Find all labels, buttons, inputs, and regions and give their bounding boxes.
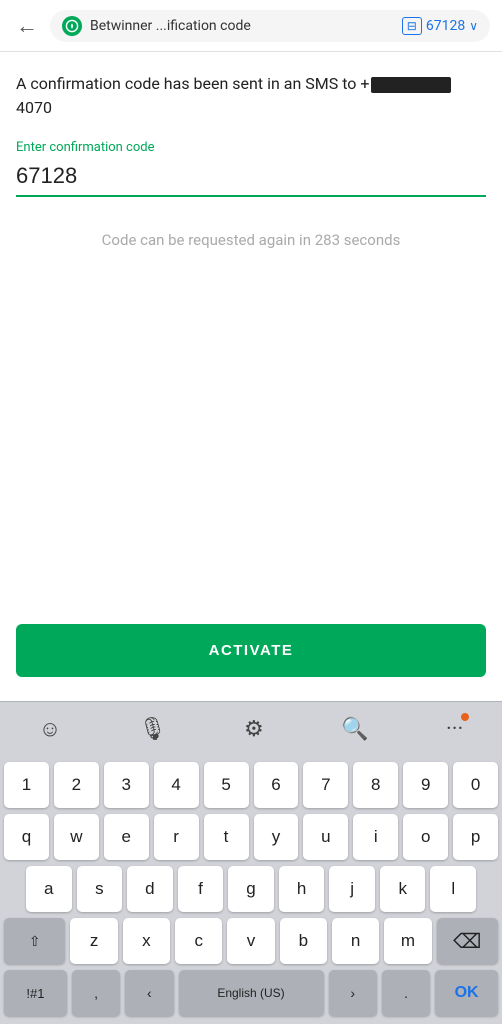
- key-j[interactable]: j: [329, 866, 375, 912]
- key-x[interactable]: x: [123, 918, 170, 964]
- key-r[interactable]: r: [154, 814, 199, 860]
- key-w[interactable]: w: [54, 814, 99, 860]
- key-delete[interactable]: ⌫: [437, 918, 498, 964]
- key-u[interactable]: u: [303, 814, 348, 860]
- key-1[interactable]: 1: [4, 762, 49, 808]
- key-8[interactable]: 8: [353, 762, 398, 808]
- key-ok[interactable]: OK: [435, 970, 498, 1016]
- key-0[interactable]: 0: [453, 762, 498, 808]
- key-p[interactable]: p: [453, 814, 498, 860]
- emoji-icon[interactable]: ☺: [25, 712, 75, 746]
- key-m[interactable]: m: [384, 918, 431, 964]
- key-arrow-right[interactable]: ›: [329, 970, 377, 1016]
- key-o[interactable]: o: [403, 814, 448, 860]
- key-z[interactable]: z: [70, 918, 117, 964]
- key-l[interactable]: l: [430, 866, 476, 912]
- keyboard-number-row: 1 2 3 4 5 6 7 8 9 0: [4, 762, 498, 808]
- key-2[interactable]: 2: [54, 762, 99, 808]
- key-comma[interactable]: ,: [72, 970, 120, 1016]
- tab-count-box: ⊟: [402, 17, 422, 35]
- key-v[interactable]: v: [227, 918, 274, 964]
- browser-tab[interactable]: Betwinner ...ification code ⊟ 67128 ∨: [50, 10, 490, 42]
- key-6[interactable]: 6: [254, 762, 299, 808]
- keyboard-bottom-row: !#1 , ‹ English (US) › . OK: [4, 970, 498, 1016]
- key-b[interactable]: b: [280, 918, 327, 964]
- key-t[interactable]: t: [204, 814, 249, 860]
- browser-bar: ← Betwinner ...ification code ⊟ 67128 ∨: [0, 0, 502, 52]
- key-y[interactable]: y: [254, 814, 299, 860]
- mic-icon[interactable]: 🎙: [125, 713, 181, 746]
- key-3[interactable]: 3: [104, 762, 149, 808]
- keyboard: 1 2 3 4 5 6 7 8 9 0 q w e r t y u i o p …: [0, 756, 502, 1024]
- key-s[interactable]: s: [77, 866, 123, 912]
- key-symbols[interactable]: !#1: [4, 970, 67, 1016]
- key-k[interactable]: k: [380, 866, 426, 912]
- keyboard-zxcv-row: ⇧ z x c v b n m ⌫: [4, 918, 498, 964]
- search-icon[interactable]: 🔍: [327, 713, 382, 746]
- key-f[interactable]: f: [178, 866, 224, 912]
- site-icon: [62, 16, 82, 36]
- key-7[interactable]: 7: [303, 762, 348, 808]
- back-button[interactable]: ←: [12, 13, 42, 39]
- key-language[interactable]: English (US): [179, 970, 324, 1016]
- sms-notice: A confirmation code has been sent in an …: [16, 72, 486, 120]
- keyboard-asdf-row: a s d f g h j k l: [4, 866, 498, 912]
- key-4[interactable]: 4: [154, 762, 199, 808]
- key-9[interactable]: 9: [403, 762, 448, 808]
- key-a[interactable]: a: [26, 866, 72, 912]
- key-h[interactable]: h: [279, 866, 325, 912]
- resend-timer-text: Code can be requested again in 283 secon…: [16, 231, 486, 249]
- key-shift[interactable]: ⇧: [4, 918, 65, 964]
- keyboard-qwerty-row: q w e r t y u i o p: [4, 814, 498, 860]
- tab-counter[interactable]: ⊟ 67128 ∨: [402, 17, 478, 35]
- chevron-down-icon: ∨: [469, 19, 478, 33]
- keyboard-toolbar: ☺ 🎙 ⚙ 🔍 ···: [0, 701, 502, 756]
- key-d[interactable]: d: [127, 866, 173, 912]
- key-period[interactable]: .: [382, 970, 430, 1016]
- confirmation-code-input[interactable]: [16, 159, 486, 197]
- tab-count-label: 67128: [426, 18, 465, 34]
- key-c[interactable]: c: [175, 918, 222, 964]
- key-q[interactable]: q: [4, 814, 49, 860]
- brand-name: Betwinner ...ification code: [90, 18, 394, 34]
- key-5[interactable]: 5: [204, 762, 249, 808]
- more-icon[interactable]: ···: [432, 713, 477, 746]
- key-arrow-left[interactable]: ‹: [125, 970, 173, 1016]
- settings-icon[interactable]: ⚙: [230, 713, 278, 746]
- key-g[interactable]: g: [228, 866, 274, 912]
- code-input-label: Enter confirmation code: [16, 140, 486, 155]
- key-n[interactable]: n: [332, 918, 379, 964]
- main-content: A confirmation code has been sent in an …: [0, 52, 502, 701]
- activate-button[interactable]: ACTIVATE: [16, 624, 486, 677]
- key-e[interactable]: e: [104, 814, 149, 860]
- confirmation-code-group: Enter confirmation code: [16, 140, 486, 197]
- phone-redacted: [371, 77, 451, 93]
- key-i[interactable]: i: [353, 814, 398, 860]
